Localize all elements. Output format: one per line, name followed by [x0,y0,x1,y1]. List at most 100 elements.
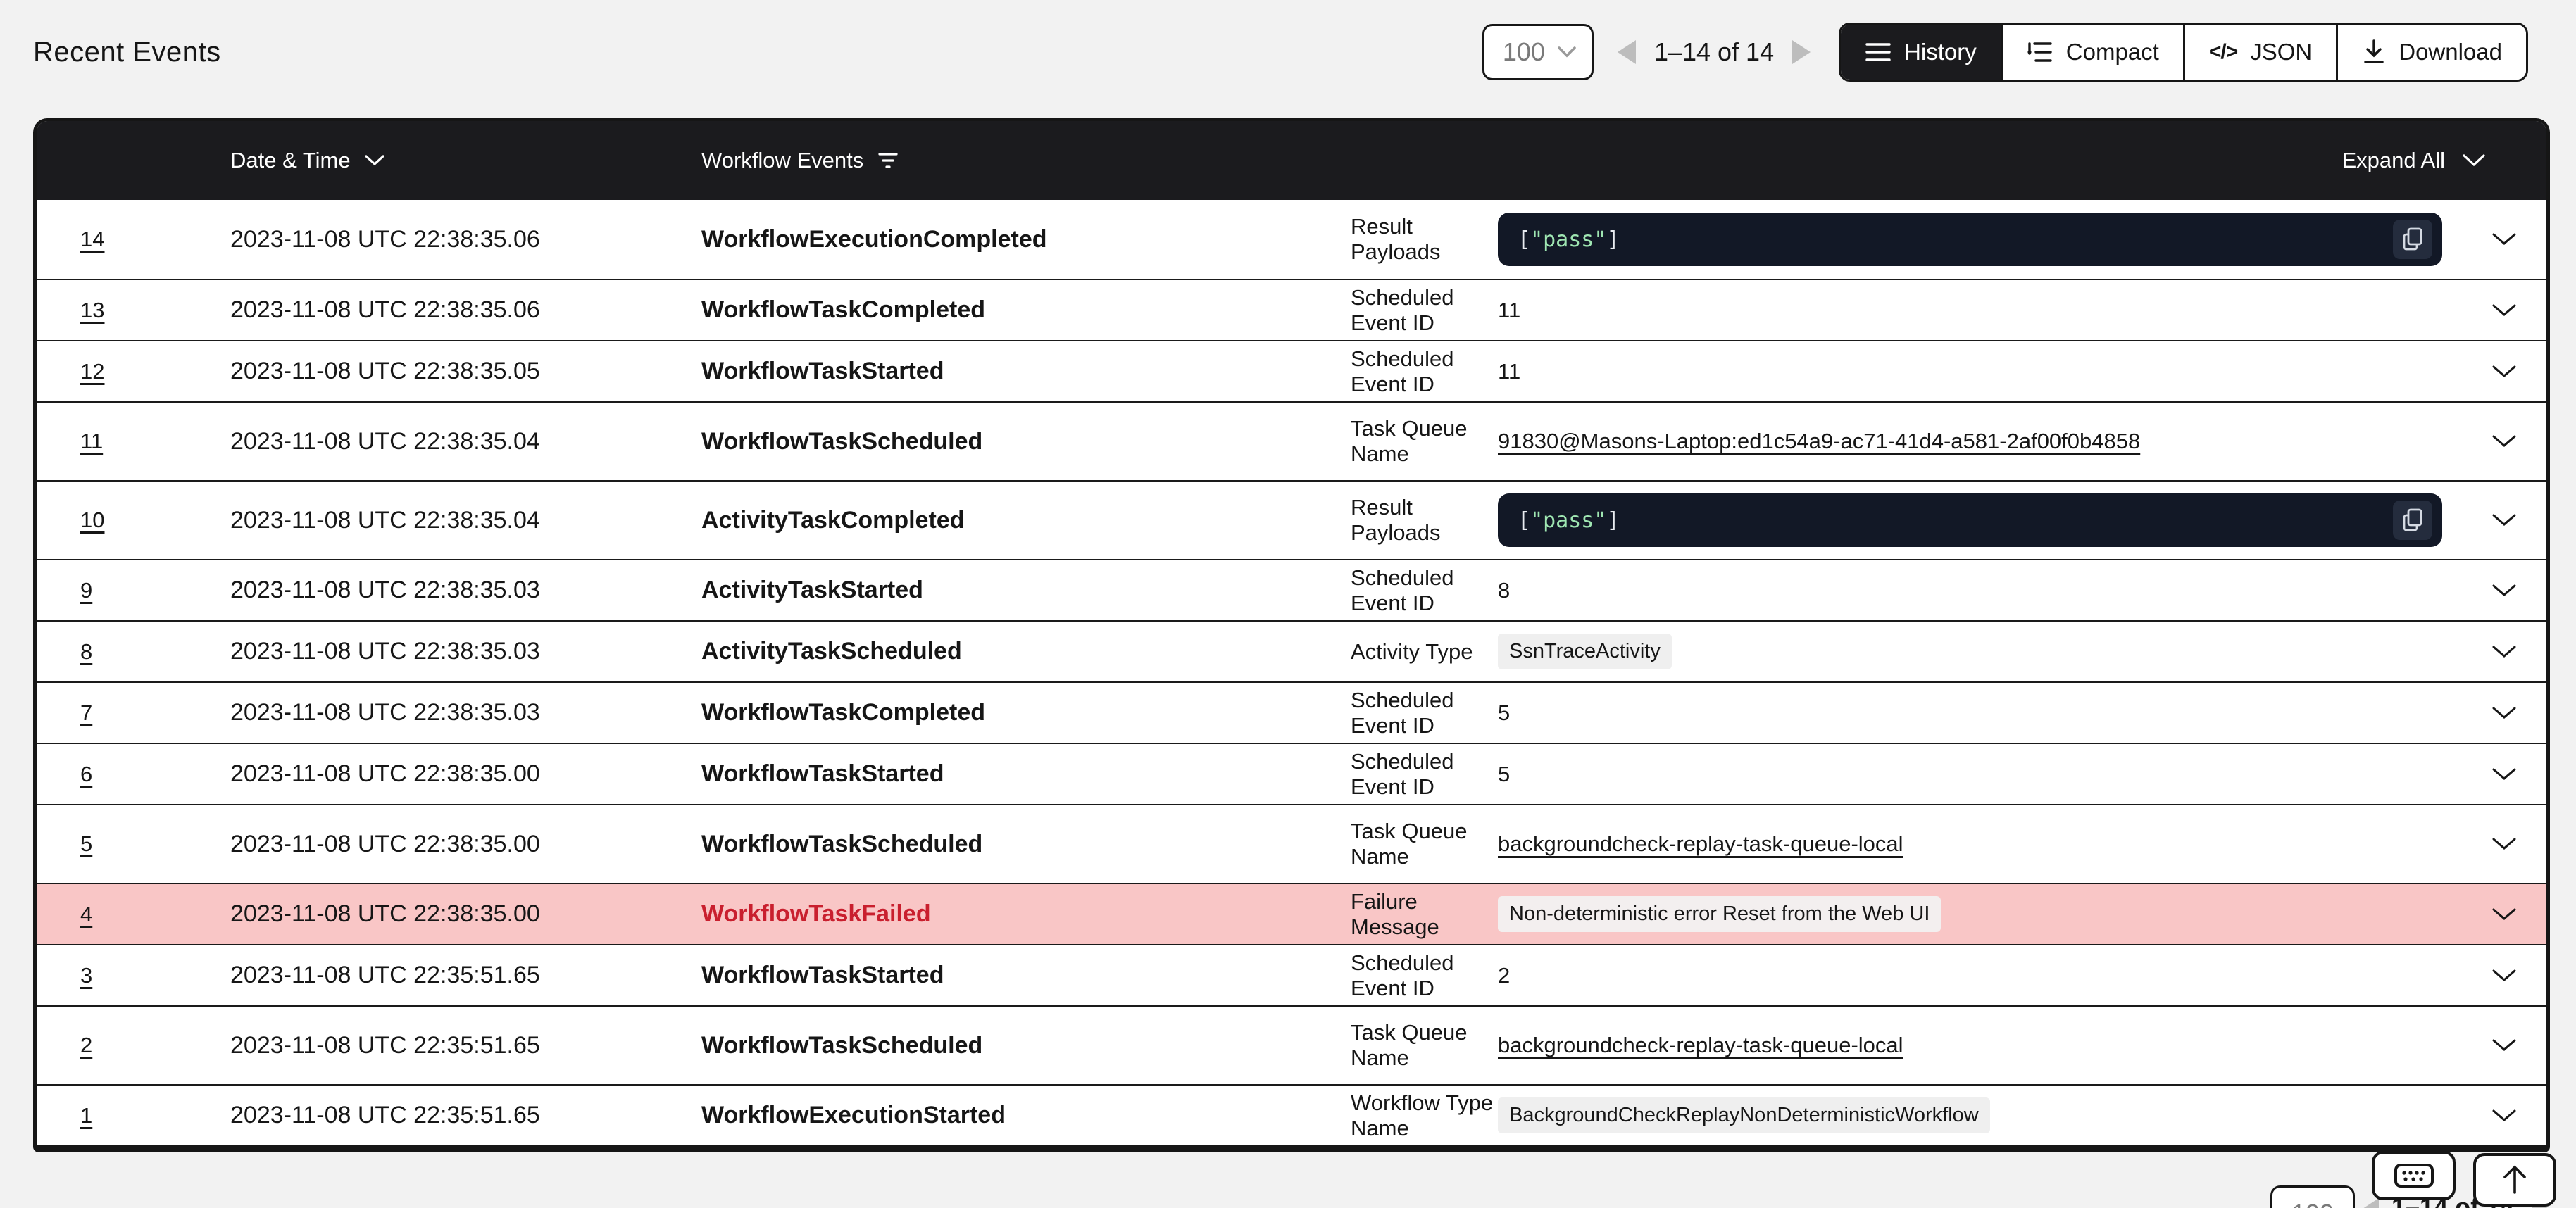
event-time: 2023-11-08 UTC 22:38:35.03 [230,699,701,726]
column-header-workflow-events[interactable]: Workflow Events [701,148,1351,173]
per-page-select[interactable]: 100 [1482,24,1594,80]
event-id-link[interactable]: 13 [80,298,104,322]
chevron-down-icon[interactable] [2491,837,2517,851]
download-icon [2362,39,2386,65]
code-bracket: ] [1606,227,1619,252]
arrow-up-icon [2501,1164,2529,1195]
event-detail: Scheduled Event ID 8 [1351,565,2462,616]
chevron-down-icon[interactable] [2491,706,2517,720]
event-name: WorkflowExecutionStarted [701,1102,1351,1129]
column-header-date-time[interactable]: Date & Time [230,148,701,173]
chevron-down-icon[interactable] [2491,969,2517,983]
event-id-link[interactable]: 1 [80,1103,92,1128]
chevron-down-icon[interactable] [2491,303,2517,317]
next-page-button[interactable] [1792,40,1811,64]
event-row[interactable]: 2 2023-11-08 UTC 22:35:51.65 WorkflowTas… [37,1005,2546,1084]
chevron-down-icon[interactable] [2491,434,2517,448]
code-icon: </> [2209,40,2237,64]
copy-button[interactable] [2393,220,2432,259]
event-row[interactable]: 5 2023-11-08 UTC 22:38:35.00 WorkflowTas… [37,804,2546,883]
scroll-to-top-button[interactable] [2473,1153,2556,1207]
event-id-link[interactable]: 3 [80,963,92,988]
event-name: WorkflowTaskStarted [701,962,1351,989]
per-page-value: 100 [2291,1199,2334,1208]
tab-history[interactable]: History [1841,25,2001,80]
chevron-down-icon[interactable] [2491,584,2517,598]
table-body: 14 2023-11-08 UTC 22:38:35.06 WorkflowEx… [37,200,2546,1145]
tab-compact[interactable]: Compact [2001,25,2183,80]
event-row[interactable]: 7 2023-11-08 UTC 22:38:35.03 WorkflowTas… [37,681,2546,743]
chevron-down-icon[interactable] [2491,1038,2517,1052]
menu-icon [1865,42,1892,62]
detail-label: Result Payloads [1351,214,1498,265]
keyboard-shortcuts-button[interactable] [2372,1151,2456,1200]
event-name: WorkflowTaskFailed [701,900,1351,928]
event-row[interactable]: 9 2023-11-08 UTC 22:38:35.03 ActivityTas… [37,559,2546,620]
event-row[interactable]: 8 2023-11-08 UTC 22:38:35.03 ActivityTas… [37,620,2546,681]
event-id-link[interactable]: 5 [80,831,92,856]
per-page-select-bottom[interactable]: 100 [2270,1185,2355,1208]
detail-label: Task Queue Name [1351,416,1498,467]
chevron-down-icon[interactable] [2491,767,2517,781]
event-row[interactable]: 4 2023-11-08 UTC 22:38:35.00 WorkflowTas… [37,883,2546,944]
detail-label: Activity Type [1351,639,1498,665]
download-button[interactable]: Download [2336,25,2526,80]
code-string: "pass" [1530,508,1606,533]
tab-json[interactable]: </> JSON [2183,25,2336,80]
event-id-link[interactable]: 14 [80,227,104,251]
event-id-link[interactable]: 10 [80,508,104,532]
prev-page-button-bottom[interactable] [2361,1198,2379,1208]
event-row[interactable]: 14 2023-11-08 UTC 22:38:35.06 WorkflowEx… [37,200,2546,279]
event-detail: Activity Type SsnTraceActivity [1351,634,2462,669]
chevron-down-icon[interactable] [2491,1109,2517,1123]
event-id-link[interactable]: 11 [80,429,103,453]
top-bar: Recent Events 100 1–14 of 14 History Com… [0,0,2576,104]
event-row[interactable]: 3 2023-11-08 UTC 22:35:51.65 WorkflowTas… [37,944,2546,1005]
detail-value: 5 [1498,762,1510,787]
prev-page-button[interactable] [1618,40,1636,64]
expand-all-button[interactable]: Expand All [1351,148,2546,173]
event-id-link[interactable]: 8 [80,639,92,664]
task-queue-link[interactable]: backgroundcheck-replay-task-queue-local [1498,831,1903,857]
code-bracket: ] [1606,508,1619,533]
event-id-link[interactable]: 6 [80,762,92,786]
event-id-link[interactable]: 9 [80,578,92,603]
event-row[interactable]: 1 2023-11-08 UTC 22:35:51.65 WorkflowExe… [37,1084,2546,1145]
detail-label: Result Payloads [1351,495,1498,546]
copy-icon [2402,508,2423,532]
expand-all-label: Expand All [2342,148,2446,173]
chevron-down-icon[interactable] [2491,513,2517,527]
event-detail: Scheduled Event ID 5 [1351,749,2462,800]
detail-label: Scheduled Event ID [1351,688,1498,738]
event-row[interactable]: 10 2023-11-08 UTC 22:38:35.04 ActivityTa… [37,480,2546,559]
event-id-link[interactable]: 4 [80,902,92,926]
event-row[interactable]: 11 2023-11-08 UTC 22:38:35.04 WorkflowTa… [37,401,2546,480]
event-time: 2023-11-08 UTC 22:38:35.03 [230,577,701,604]
detail-label: Task Queue Name [1351,1020,1498,1071]
event-name: WorkflowTaskStarted [701,358,1351,385]
event-row[interactable]: 13 2023-11-08 UTC 22:38:35.06 WorkflowTa… [37,279,2546,340]
chevron-down-icon[interactable] [2491,365,2517,379]
detail-value: 2 [1498,963,1510,988]
event-name: WorkflowTaskCompleted [701,296,1351,324]
event-time: 2023-11-08 UTC 22:38:35.03 [230,638,701,665]
event-time: 2023-11-08 UTC 22:38:35.04 [230,428,701,455]
filter-icon [877,151,899,170]
event-detail: Task Queue Name backgroundcheck-replay-t… [1351,819,2462,869]
event-id-link[interactable]: 7 [80,700,92,725]
detail-label: Failure Message [1351,889,1498,940]
event-detail: Scheduled Event ID 5 [1351,688,2462,738]
event-id-link[interactable]: 2 [80,1033,92,1057]
chevron-down-icon[interactable] [2491,232,2517,246]
chevron-down-icon[interactable] [2491,907,2517,921]
task-queue-link[interactable]: backgroundcheck-replay-task-queue-local [1498,1033,1903,1058]
chevron-down-icon[interactable] [2491,645,2517,659]
detail-badge: Non-deterministic error Reset from the W… [1498,896,1941,932]
event-row[interactable]: 12 2023-11-08 UTC 22:38:35.05 WorkflowTa… [37,340,2546,401]
copy-button[interactable] [2393,501,2432,540]
event-row[interactable]: 6 2023-11-08 UTC 22:38:35.00 WorkflowTas… [37,743,2546,804]
task-queue-link[interactable]: 91830@Masons-Laptop:ed1c54a9-ac71-41d4-a… [1498,429,2140,454]
event-id-link[interactable]: 12 [80,359,104,384]
event-detail: Scheduled Event ID 11 [1351,346,2462,397]
event-detail: Task Queue Name backgroundcheck-replay-t… [1351,1020,2462,1071]
